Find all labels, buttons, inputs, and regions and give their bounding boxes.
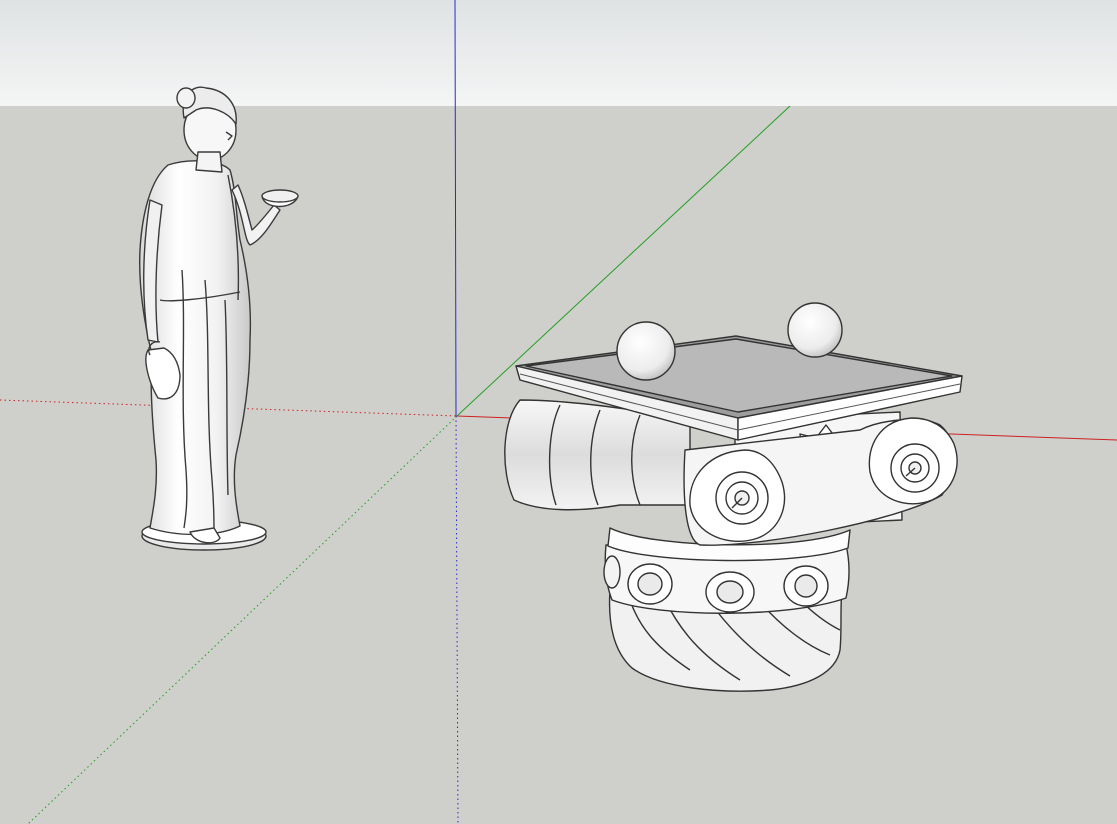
sphere-left-icon bbox=[616, 321, 676, 381]
sky bbox=[0, 0, 1117, 106]
scene-canvas[interactable] bbox=[0, 0, 1117, 824]
sketchup-3d-viewport[interactable] bbox=[0, 0, 1117, 824]
sphere-right-icon bbox=[787, 302, 843, 358]
volute-right-icon bbox=[868, 417, 958, 505]
